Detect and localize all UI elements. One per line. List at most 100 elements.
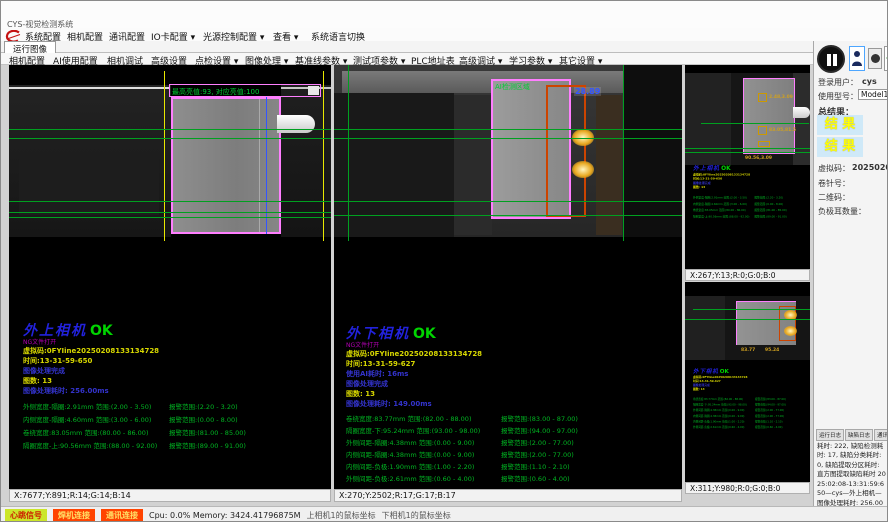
barcode-text: 虚拟码:0FYIine20250208133134728 [346, 349, 482, 359]
electrode-glow [572, 161, 594, 178]
alarm-range: 报警范围:(89.00 - 91.00) [754, 214, 786, 218]
model-select[interactable]: Model1 [858, 89, 888, 100]
log-tab-defect[interactable]: 缺陷日志 [845, 429, 873, 441]
ng-note: NG文件打开 [346, 340, 379, 349]
mini2-title-row: 外下相机OK [693, 367, 729, 375]
image-count-text: 图数: 13 [346, 389, 375, 399]
image-count-text: 图数: 13 [693, 387, 705, 391]
alarm-range: 报警范围:(1.10 - 2.10) [755, 419, 782, 423]
gripper-finger [277, 115, 315, 133]
image-count-text: 图数: 13 [693, 185, 705, 189]
lower-camera-mouse-coords: 下相机1的鼠标坐标 [382, 510, 451, 521]
green-baseline [685, 319, 810, 320]
measure-row: 隔圈宽度-下:95.24mm 范围:(93.00 - 98.00) [693, 402, 747, 406]
overlay-label-box: 最高亮值:93, 对应亮值:100 [169, 84, 321, 97]
log-tab-run[interactable]: 运行日志 [816, 429, 844, 441]
mini2-coordinate-strip: X:311;Y:980;R:0;G:0;B:0 [685, 482, 810, 494]
camera-view-lower[interactable]: AI检测区域 28.89 外下相机OK NG文件打开 虚拟码:0FYIine20… [334, 65, 682, 489]
title-bar: CYS-视觉检测系统 [1, 1, 888, 29]
machine-column [596, 95, 622, 235]
alarm-range: 报警范围:(83.00 - 87.00) [755, 397, 786, 401]
cam1-result-block: 外上相机OK NG文件打开 虚拟码:0FYIine202502081331347… [23, 323, 329, 457]
virtual-code-label: 虚拟码： [818, 163, 850, 174]
ng-note: NG文件打开 [23, 337, 56, 346]
annotation-text: 90.56,3.09 [745, 156, 772, 161]
process-done-text: 图像处理完成 [346, 379, 388, 389]
mini-camera-view-2[interactable]: 83.77 95.24 外下相机OK 虚拟码:0FYIine2025020813… [685, 282, 810, 482]
mini-camera-view-1[interactable]: 2.48,3.09 83.05,81.5 90.56,3.09 外上相机OK 虚… [685, 65, 810, 269]
user-button[interactable] [849, 46, 865, 71]
alarm-range: 报警范围:(89.00 - 91.00) [169, 440, 246, 450]
alarm-range: 报警范围:(94.00 - 97.00) [501, 425, 578, 435]
camera-title: 外上相机 [693, 165, 720, 172]
green-baseline [9, 129, 331, 130]
alarm-range: 报警范围:(2.00 - 77.00) [501, 449, 574, 459]
process-done-text: 图像处理完成 [23, 366, 65, 376]
log-tab-comm[interactable]: 通讯日志 [874, 429, 888, 441]
green-baseline [9, 201, 331, 202]
qr-code-label: 二维码： [818, 192, 850, 203]
green-baseline [701, 123, 809, 124]
camera-title: 外下相机 [693, 368, 719, 374]
alarm-range: 报警范围:(0.00 - 8.00) [754, 202, 783, 206]
measure-row: 卷绕宽度:83.05mm 范围:(80.00 - 86.00) [23, 427, 148, 437]
measure-row: 外侧间距-隔圈:4.38mm 范围:(0.00 - 9.00) [346, 437, 474, 447]
annotation-text: 2.48,3.09 [769, 95, 793, 100]
bright-edge-line [9, 87, 169, 89]
user-icon [852, 50, 862, 67]
measure-row: 隔圈宽度-上:90.56mm 范围:(88.00 - 92.00) [23, 440, 157, 450]
ai-region-label: AI检测区域 [495, 82, 530, 92]
measure-row: 内侧宽度-隔圈:4.60mm 范围:(3.00 - 6.00) [23, 414, 151, 424]
yellow-guide-line [323, 71, 324, 241]
measure-row: 外侧间距-负极:2.61mm 范围:(0.60 - 4.00) [693, 425, 744, 429]
alarm-range: 报警范围:(83.00 - 87.00) [501, 413, 578, 423]
measure-row: 外侧宽度-隔圈:2.91mm 范围:(2.00 - 3.50) [23, 401, 151, 411]
measure-row: 卷绕宽度:83.77mm 范围:(82.00 - 88.00) [346, 413, 471, 423]
annotation-text: 83.77 [741, 348, 755, 353]
measure-row: 内侧宽度-隔圈:4.60mm 范围:(3.00 - 6.00) [693, 202, 747, 206]
green-baseline [685, 148, 810, 149]
alarm-range: 报警范围:(2.20 - 3.20) [169, 401, 238, 411]
measure-row: 隔圈宽度-上:90.56mm 范围:(88.00 - 92.00) [693, 214, 749, 218]
menu-bar: 系统配置 相机配置 通讯配置 IO卡配置 ▾ 光源控制配置 ▾ 查看 ▾ 系统语… [1, 28, 888, 41]
green-baseline [9, 212, 331, 213]
cpu-memory-text: Cpu: 0.0% Memory: 3424.41796875M [149, 511, 301, 520]
green-baseline [334, 129, 682, 130]
barcode-text: 虚拟码:0FYIine20250208133134728 [23, 346, 159, 356]
measure-row: 内侧间距-隔圈:4.38mm 范围:(0.00 - 9.00) [693, 414, 744, 418]
exit-button[interactable] [884, 46, 888, 71]
pause-icon [827, 54, 831, 66]
overlay-chip [308, 86, 319, 95]
tab-row: 运行图像 [1, 41, 888, 53]
measure-value-blue: 28.89 [574, 87, 601, 96]
ok-status: OK [721, 165, 731, 172]
annotation-box [758, 126, 767, 135]
measure-row: 外侧间距-隔圈:4.38mm 范围:(0.00 - 9.00) [693, 408, 744, 412]
brightness-overlay-text: 最高亮值:93, 对应亮值:100 [172, 87, 259, 97]
welder-connection-badge: 焊机连接 [53, 509, 95, 522]
alarm-range: 报警范围:(0.60 - 4.00) [501, 473, 570, 483]
alarm-range: 报警范围:(2.20 - 3.20) [754, 195, 783, 199]
tab-run-image[interactable]: 运行图像 [4, 41, 56, 53]
result-indicator-1: 结 果 [817, 115, 863, 135]
annotation-text: 95.24 [765, 348, 779, 353]
alarm-range: 报警范围:(81.00 - 85.00) [754, 208, 786, 212]
model-label: 使用型号： [818, 91, 858, 102]
ok-status: OK [90, 323, 113, 339]
alarm-range: 报警范围:(2.00 - 77.00) [755, 414, 784, 418]
pause-button[interactable] [817, 45, 845, 73]
green-guide-vertical [623, 65, 624, 241]
blue-measure-line [266, 97, 267, 234]
round-tool-button[interactable] [868, 48, 882, 69]
alarm-range: 报警范围:(2.00 - 77.00) [755, 408, 784, 412]
tab-count-label: 负极耳数量： [818, 206, 866, 217]
needle-number-label: 卷针号： [818, 178, 850, 189]
ai-time-text: 使用AI耗时: 16ms [346, 369, 408, 379]
green-baseline [693, 309, 810, 310]
alarm-range: 报警范围:(2.00 - 77.00) [501, 437, 574, 447]
camera-view-upper[interactable]: 最高亮值:93, 对应亮值:100 外上相机OK NG文件打开 虚拟码:0FYI… [9, 65, 331, 489]
image-count-text: 图数: 13 [23, 376, 52, 386]
cam2-coordinate-strip: X:270;Y:2502;R:17;G:17;B:17 [334, 489, 682, 502]
pause-icon [833, 54, 837, 66]
time-text: 时间:13-31-59-650 [23, 356, 92, 366]
